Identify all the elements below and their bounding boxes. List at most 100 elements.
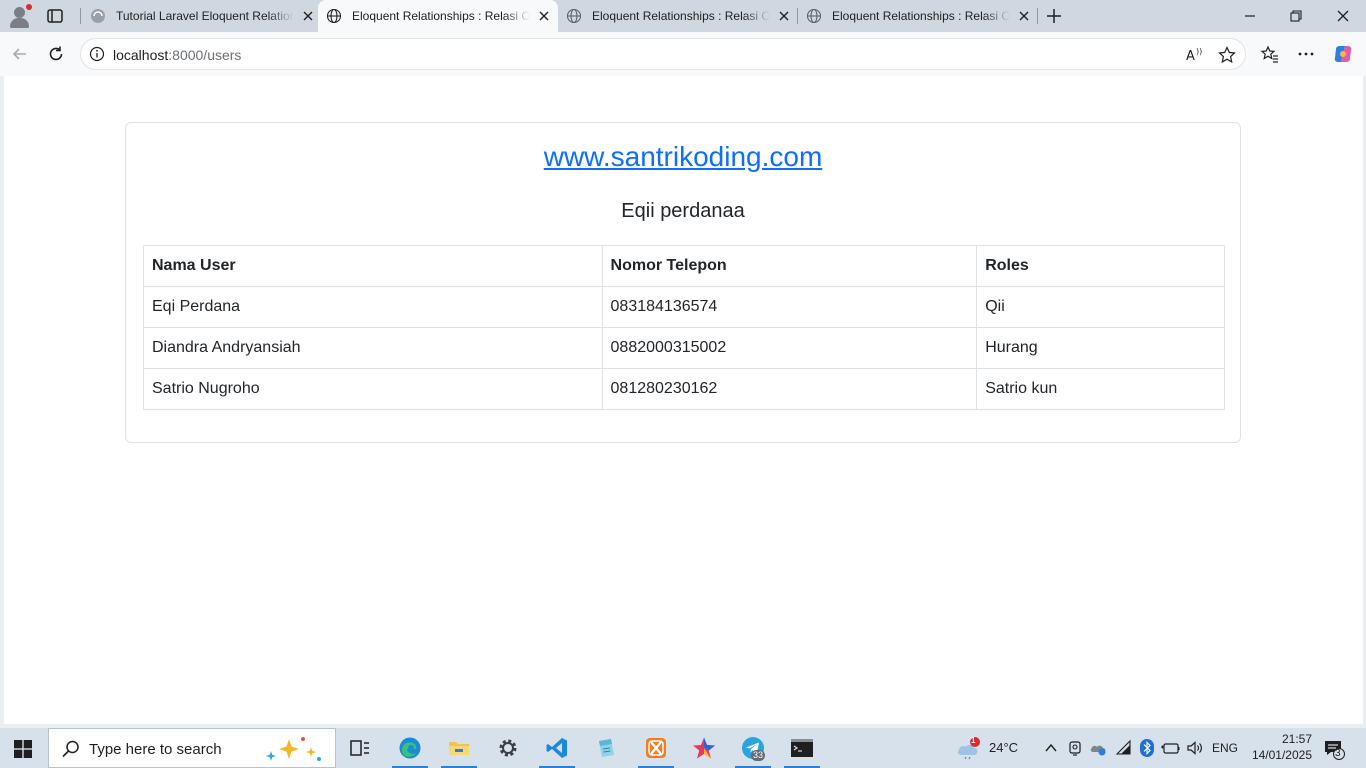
folder-icon (449, 742, 469, 755)
table-row: Eqi Perdana 083184136574 Qii (143, 286, 1225, 328)
tab-title: Eloquent Relationships : Relasi On (592, 9, 770, 23)
tab-3[interactable]: Eloquent Relationships : Relasi On (558, 0, 796, 32)
back-arrow-icon[interactable] (10, 44, 30, 64)
profile-avatar-icon[interactable] (8, 4, 32, 28)
browser-tab-bar: Tutorial Laravel Eloquent Relation Eloqu… (0, 0, 1366, 32)
cell-roles: Satrio kun (976, 368, 1225, 410)
weather-cloud-icon[interactable] (956, 736, 982, 760)
battery-charging-icon[interactable] (1160, 739, 1180, 757)
tab-1[interactable]: Tutorial Laravel Eloquent Relation (82, 0, 318, 32)
weather-alert-badge: 1 (971, 736, 976, 745)
notification-center-icon[interactable] (1322, 738, 1346, 760)
close-tab-icon[interactable] (302, 10, 314, 22)
svg-text:)): )) (1196, 47, 1202, 56)
refresh-icon[interactable] (46, 44, 66, 64)
onedrive-sync-icon[interactable] (1089, 739, 1107, 757)
globe-icon (566, 8, 582, 24)
address-bar[interactable]: localhost:8000/users A)) (80, 38, 1246, 70)
cell-nomor-telepon: 0882000315002 (601, 327, 978, 369)
read-aloud-icon[interactable]: A)) (1185, 45, 1205, 65)
tab-separator (1037, 8, 1038, 24)
page-viewport: www.santrikoding.com Eqii perdanaa Nama … (4, 76, 1363, 724)
cell-nomor-telepon: 083184136574 (601, 286, 978, 328)
weather-temperature[interactable]: 24°C (989, 740, 1018, 755)
column-header-roles: Roles (976, 245, 1225, 287)
clock-date: 14/01/2025 (1251, 748, 1312, 762)
task-view-button[interactable] (336, 728, 384, 768)
star-app-icon (693, 737, 715, 759)
vscode-icon (546, 738, 567, 758)
cell-nama-user: Diandra Andryansiah (143, 327, 603, 369)
close-tab-icon[interactable] (1018, 10, 1030, 22)
gear-icon (499, 739, 517, 757)
taskbar-app-paint[interactable] (680, 728, 728, 768)
taskbar-app-edge[interactable] (386, 728, 434, 768)
input-language-indicator[interactable]: ENG (1212, 741, 1238, 755)
taskbar-app-xampp[interactable] (632, 728, 680, 768)
notepad-icon (599, 739, 614, 757)
notification-count-badge: 3 (1335, 748, 1341, 759)
table-header-row: Nama User Nomor Telepon Roles (143, 245, 1225, 287)
cell-nomor-telepon: 081280230162 (601, 368, 978, 410)
profile-notification-dot (26, 4, 32, 10)
favicon-icon (91, 9, 105, 23)
chevron-up-icon[interactable] (1043, 739, 1059, 757)
users-card: www.santrikoding.com Eqii perdanaa Nama … (125, 122, 1241, 443)
tab-separator (80, 8, 81, 24)
tab-title: Tutorial Laravel Eloquent Relation (116, 9, 294, 23)
taskbar-app-terminal[interactable] (778, 728, 826, 768)
tab-2-active[interactable]: Eloquent Relationships : Relasi On (318, 0, 558, 32)
cell-nama-user: Satrio Nugroho (143, 368, 603, 410)
taskbar-app-telegram[interactable]: 33 (729, 728, 777, 768)
close-window-icon[interactable] (1335, 8, 1351, 24)
task-view-icon (350, 740, 369, 756)
address-url[interactable]: localhost:8000/users (113, 47, 241, 63)
more-options-icon[interactable] (1296, 44, 1316, 64)
xampp-icon (646, 738, 666, 758)
clock-time: 21:57 (1281, 732, 1312, 746)
users-table: Nama User Nomor Telepon Roles Eqi Perdan… (143, 245, 1225, 410)
tab-actions-icon[interactable] (46, 7, 64, 25)
tab-4[interactable]: Eloquent Relationships : Relasi On (798, 0, 1036, 32)
copilot-icon[interactable] (1332, 43, 1354, 65)
meet-now-icon[interactable] (1067, 739, 1083, 757)
svg-text:A: A (1186, 49, 1195, 64)
browser-toolbar: localhost:8000/users A)) (0, 32, 1366, 76)
table-row: Satrio Nugroho 081280230162 Satrio kun (143, 368, 1225, 410)
taskbar-app-notepad[interactable] (582, 728, 630, 768)
search-icon (62, 740, 79, 758)
tab-title: Eloquent Relationships : Relasi On (352, 9, 530, 23)
table-row: Diandra Andryansiah 0882000315002 Hurang (143, 327, 1225, 369)
globe-icon (326, 8, 342, 24)
url-path: :8000/users (168, 47, 242, 63)
favorites-icon[interactable] (1260, 44, 1280, 64)
cell-roles: Hurang (976, 327, 1225, 369)
bluetooth-icon[interactable] (1140, 739, 1154, 757)
tab-title: Eloquent Relationships : Relasi On (832, 9, 1010, 23)
search-highlight-sparkle-icon (266, 737, 321, 761)
taskbar-search-box[interactable]: Type here to search (48, 728, 336, 768)
new-tab-icon[interactable] (1045, 7, 1063, 25)
volume-icon[interactable] (1186, 739, 1204, 757)
taskbar-clock[interactable]: 21:57 14/01/2025 (1248, 731, 1312, 763)
command-prompt-icon (791, 739, 813, 757)
taskbar-app-file-explorer[interactable] (435, 728, 483, 768)
close-tab-icon[interactable] (538, 10, 550, 22)
column-header-nama-user: Nama User (143, 245, 603, 287)
wifi-icon[interactable] (1115, 739, 1133, 757)
search-placeholder: Type here to search (89, 741, 222, 758)
telegram-unread-badge: 33 (751, 750, 766, 761)
column-header-nomor-telepon: Nomor Telepon (601, 245, 978, 287)
favorite-star-icon[interactable] (1217, 45, 1237, 65)
minimize-icon[interactable] (1242, 8, 1258, 24)
taskbar-app-settings[interactable] (484, 728, 532, 768)
site-info-icon[interactable] (89, 46, 105, 62)
taskbar-app-vscode[interactable] (533, 728, 581, 768)
edge-browser-icon (399, 737, 421, 759)
site-link[interactable]: www.santrikoding.com (126, 141, 1240, 173)
page-subtitle: Eqii perdanaa (621, 200, 745, 222)
restore-icon[interactable] (1288, 8, 1304, 24)
close-tab-icon[interactable] (778, 10, 790, 22)
windows-start-icon[interactable] (14, 740, 32, 758)
globe-icon (806, 8, 822, 24)
